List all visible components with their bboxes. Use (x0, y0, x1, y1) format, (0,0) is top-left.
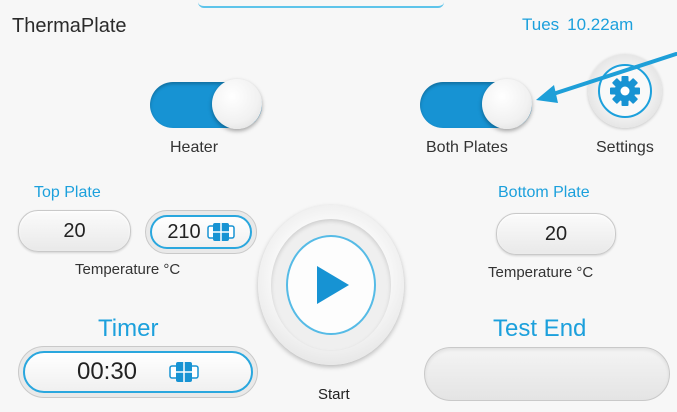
test-end-display (424, 347, 670, 401)
stepper-icon[interactable] (169, 361, 199, 383)
heater-label: Heater (170, 139, 219, 156)
clock: Tues 10.22am (522, 15, 633, 35)
start-button-ring[interactable] (271, 219, 391, 351)
top-plate-set-temp-field[interactable]: 210 (150, 215, 252, 249)
clock-day: Tues (522, 15, 560, 34)
both-plates-label: Both Plates (426, 139, 508, 156)
heater-toggle[interactable] (150, 79, 262, 129)
top-plate-current-temp: 20 (18, 210, 131, 252)
top-plate-set-temp-value: 210 (167, 220, 201, 243)
play-icon (317, 266, 349, 304)
test-end-heading: Test End (493, 315, 587, 342)
app-title: ThermaPlate (12, 15, 127, 37)
timer-heading: Timer (98, 315, 159, 342)
top-accent-line (198, 0, 444, 8)
timer-field[interactable]: 00:30 (23, 351, 253, 393)
timer-value: 00:30 (76, 358, 138, 385)
both-plates-toggle[interactable] (420, 79, 532, 129)
heater-toggle-knob[interactable] (212, 79, 262, 129)
bottom-plate-current-temp: 20 (496, 213, 616, 255)
annotation-arrow (536, 52, 677, 103)
top-plate-unit-label: Temperature °C (75, 261, 181, 278)
start-button-face[interactable] (286, 235, 376, 335)
clock-time: 10.22am (567, 15, 634, 34)
settings-label: Settings (596, 139, 654, 156)
timer-stepper[interactable]: 00:30 (18, 346, 258, 398)
start-label: Start (318, 386, 350, 403)
start-button[interactable] (258, 205, 404, 365)
top-plate-heading: Top Plate (34, 184, 101, 201)
bottom-plate-unit-label: Temperature °C (488, 264, 594, 281)
bottom-plate-heading: Bottom Plate (498, 184, 590, 201)
stepper-icon[interactable] (206, 222, 235, 242)
top-plate-set-temp-stepper[interactable]: 210 (145, 210, 257, 254)
